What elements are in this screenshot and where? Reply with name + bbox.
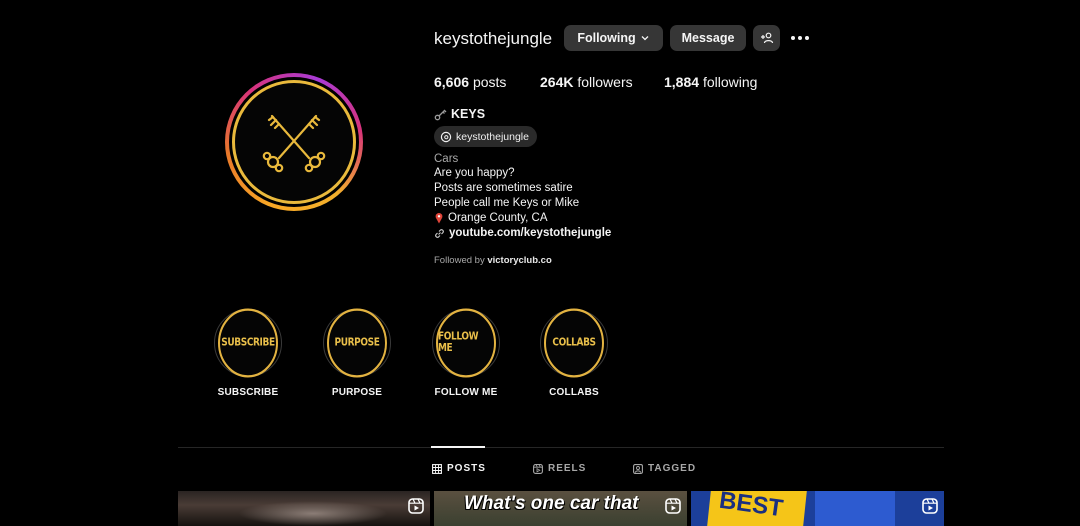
threads-handle: keystothejungle (456, 130, 529, 143)
highlight-label: COLLABS (549, 387, 599, 398)
bio-link[interactable]: youtube.com/keystothejungle (434, 227, 611, 239)
highlight-label: PURPOSE (331, 387, 383, 398)
bio-location-text: Orange County, CA (448, 212, 548, 224)
display-name: KEYS (434, 107, 485, 121)
profile-avatar[interactable] (225, 73, 363, 211)
highlight-cover: COLLABS (544, 308, 604, 378)
active-tab-indicator (431, 446, 485, 448)
bio-link-text: youtube.com/keystothejungle (449, 227, 612, 239)
avatar-gap (229, 77, 359, 207)
highlight-label: FOLLOW ME (434, 387, 498, 398)
bio-line-2: Posts are sometimes satire (434, 182, 573, 194)
bio-line-3: People call me Keys or Mike (434, 197, 580, 209)
highlight-purpose[interactable]: PURPOSE PURPOSE (312, 308, 402, 398)
reel-badge-icon (408, 498, 424, 514)
highlight-cover: PURPOSE (327, 308, 387, 378)
pin-icon (435, 213, 443, 224)
highlight-label: SUBSCRIBE (217, 387, 279, 398)
highlight-follow-me[interactable]: FOLLOW ME FOLLOW ME (421, 308, 511, 398)
threads-badge[interactable]: keystothejungle (434, 126, 537, 147)
followers-stat[interactable]: 264K followers (540, 74, 633, 90)
post-caption: What's one car that (464, 493, 639, 514)
display-name-text: KEYS (451, 107, 486, 121)
more-options-icon[interactable] (788, 28, 812, 48)
chevron-down-icon (641, 36, 649, 41)
following-button[interactable]: Following (564, 25, 663, 51)
grid-icon (432, 463, 442, 474)
tab-posts[interactable]: POSTS (432, 463, 486, 474)
profile-username: keystothejungle (434, 29, 553, 48)
link-icon (435, 228, 444, 238)
threads-icon (440, 131, 452, 142)
highlight-cover: FOLLOW ME (436, 308, 496, 378)
post-image-strip (815, 491, 895, 526)
add-user-icon (760, 32, 773, 44)
post-thumbnail[interactable]: What's one car that (434, 491, 687, 526)
tagged-icon (633, 463, 643, 474)
tab-reels[interactable]: REELS (533, 463, 586, 474)
highlight-ring: PURPOSE (323, 308, 391, 378)
key-emoji-icon (434, 109, 447, 120)
crossed-keys-icon (262, 114, 326, 173)
post-thumbnail[interactable]: BEST (691, 491, 944, 526)
bio-line-1: Are you happy? (434, 167, 515, 179)
followed-by[interactable]: Followed by victoryclub.co (434, 255, 552, 266)
reel-badge-icon (922, 498, 938, 514)
crossed-keys-logo (232, 80, 356, 204)
tabs-divider (178, 447, 944, 448)
following-stat[interactable]: 1,884 following (664, 74, 757, 90)
following-button-label: Following (577, 31, 636, 45)
profile-category: Cars (434, 153, 459, 165)
posts-stat: 6,606 posts (434, 74, 507, 90)
highlight-ring: SUBSCRIBE (214, 308, 282, 378)
suggested-users-button[interactable] (753, 25, 780, 51)
highlight-collabs[interactable]: COLLABS COLLABS (529, 308, 619, 398)
post-thumbnail[interactable] (178, 491, 430, 526)
tab-tagged-label: TAGGED (648, 463, 697, 474)
highlight-ring: FOLLOW ME (432, 308, 500, 378)
highlight-subscribe[interactable]: SUBSCRIBE SUBSCRIBE (203, 308, 293, 398)
bio-location: Orange County, CA (434, 212, 548, 224)
tab-reels-label: REELS (548, 463, 587, 474)
message-button[interactable]: Message (670, 25, 746, 51)
tab-tagged[interactable]: TAGGED (633, 463, 696, 474)
reels-icon (533, 463, 543, 474)
highlight-cover: SUBSCRIBE (218, 308, 278, 378)
reel-badge-icon (665, 498, 681, 514)
tab-posts-label: POSTS (447, 463, 486, 474)
post-image (238, 501, 388, 526)
highlight-ring: COLLABS (540, 308, 608, 378)
message-button-label: Message (681, 31, 735, 45)
